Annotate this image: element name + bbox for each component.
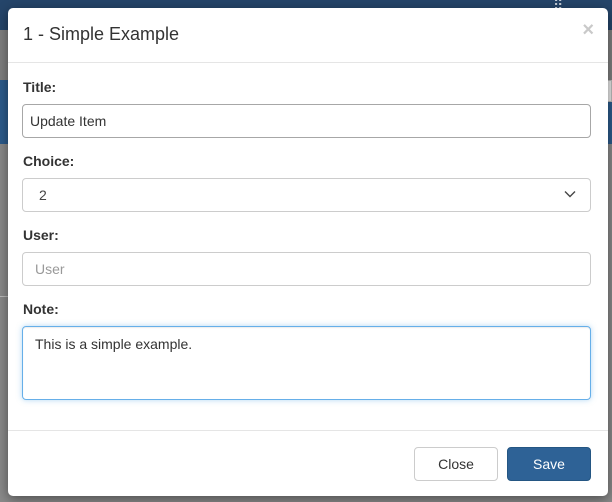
choice-label: Choice: <box>23 153 75 169</box>
close-button[interactable]: Close <box>414 447 498 481</box>
user-label: User: <box>23 227 59 243</box>
modal-header: 1 - Simple Example × <box>8 8 608 63</box>
note-label: Note: <box>23 301 59 317</box>
title-label: Title: <box>23 79 57 95</box>
modal-dialog: 1 - Simple Example × Title: Update Item … <box>8 8 608 496</box>
close-icon[interactable]: × <box>582 20 594 40</box>
modal-body: Title: Update Item Choice: 2 User: User … <box>8 63 608 430</box>
title-input[interactable]: Update Item <box>22 104 591 138</box>
chevron-down-icon <box>564 191 576 198</box>
user-input[interactable]: User <box>22 252 591 286</box>
note-textarea[interactable]: This is a simple example. <box>22 326 591 400</box>
choice-select[interactable]: 2 <box>22 178 591 212</box>
user-placeholder: User <box>35 261 65 277</box>
modal-footer: Close Save <box>8 430 608 496</box>
save-button[interactable]: Save <box>507 447 591 481</box>
choice-selected-value: 2 <box>39 187 47 203</box>
modal-title: 1 - Simple Example <box>23 24 180 44</box>
